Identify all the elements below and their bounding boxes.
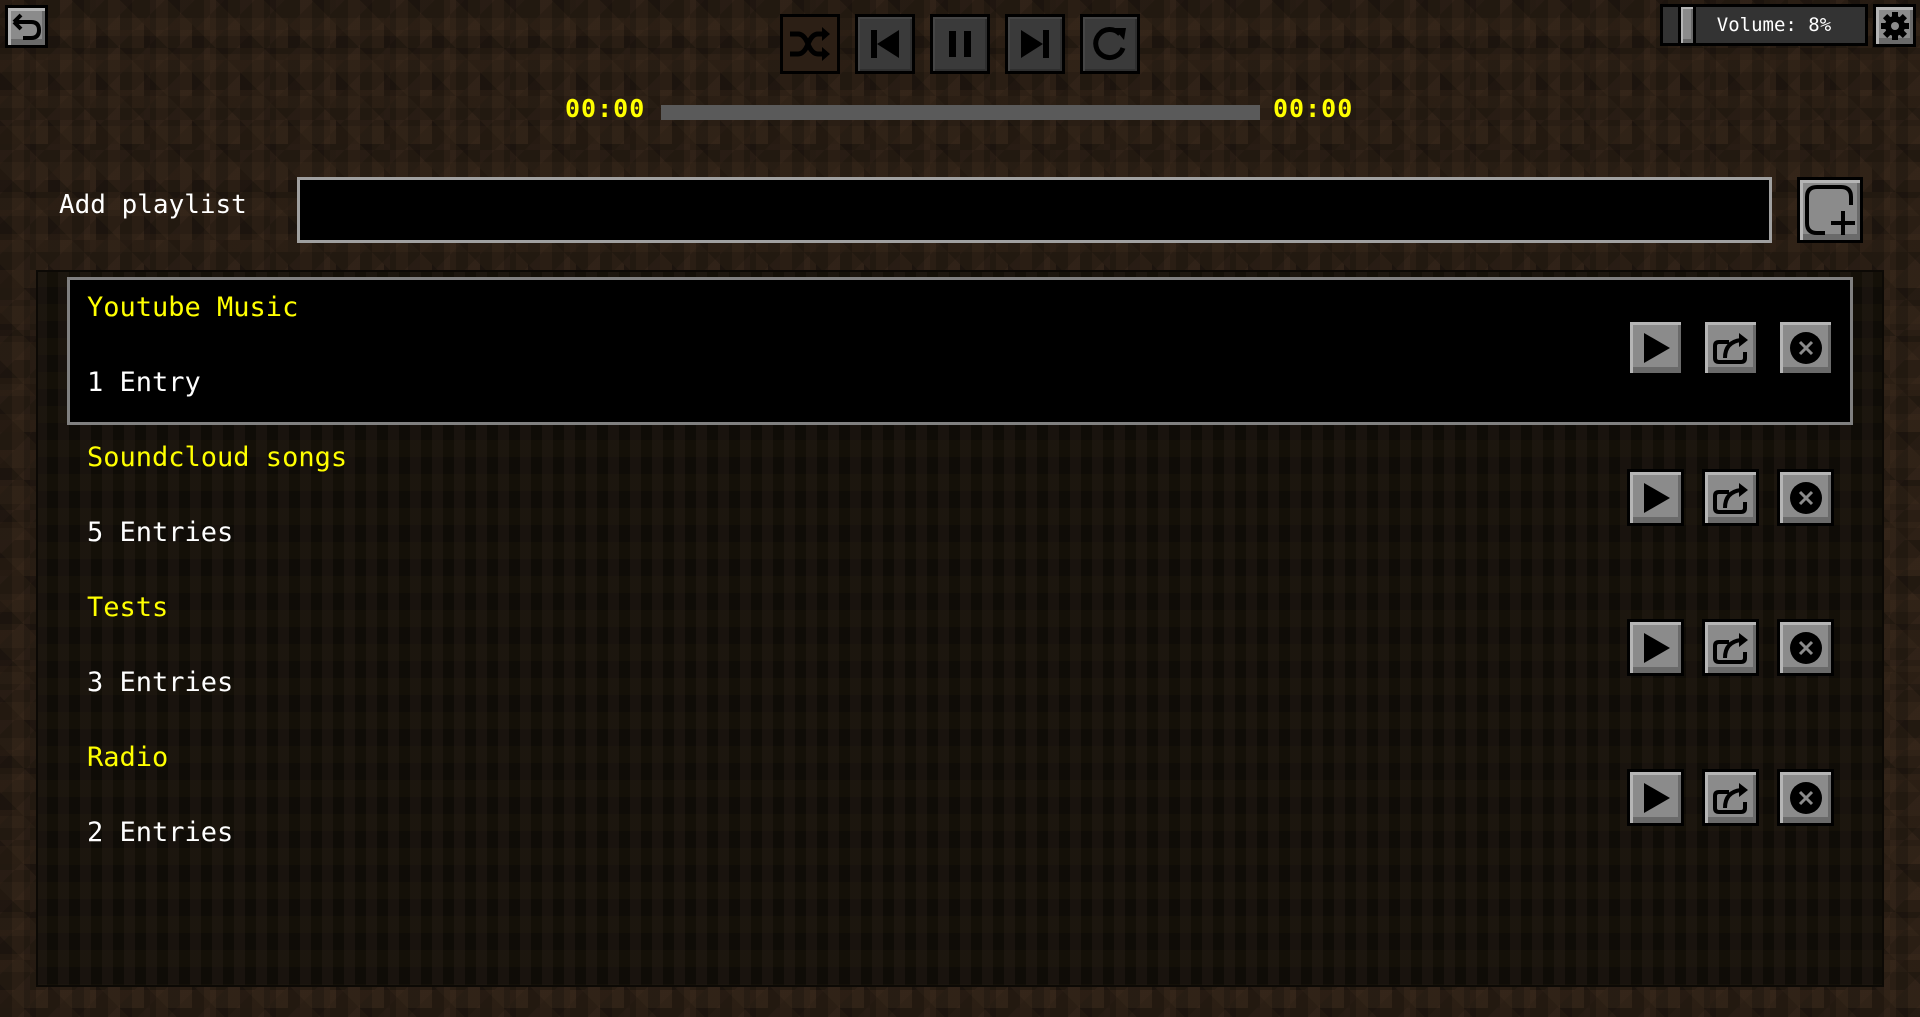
delete-icon bbox=[1789, 331, 1823, 365]
share-playlist-button[interactable] bbox=[1702, 319, 1759, 376]
play-playlist-button[interactable] bbox=[1627, 769, 1684, 826]
share-icon bbox=[1711, 780, 1751, 816]
playlist-name: Radio bbox=[87, 742, 169, 773]
delete-icon bbox=[1789, 631, 1823, 665]
share-playlist-button[interactable] bbox=[1702, 769, 1759, 826]
delete-playlist-button[interactable] bbox=[1777, 769, 1834, 826]
delete-icon bbox=[1789, 781, 1823, 815]
share-playlist-button[interactable] bbox=[1702, 469, 1759, 526]
delete-playlist-button[interactable] bbox=[1777, 319, 1834, 376]
back-button[interactable] bbox=[5, 5, 48, 48]
play-icon bbox=[1640, 631, 1672, 665]
total-time: 00:00 bbox=[1273, 94, 1354, 123]
playlist-row[interactable]: Radio 2 Entries bbox=[67, 727, 1853, 875]
skip-next-icon bbox=[1017, 26, 1053, 62]
play-icon bbox=[1640, 331, 1672, 365]
playlist-name: Soundcloud songs bbox=[87, 442, 348, 473]
elapsed-time: 00:00 bbox=[565, 94, 646, 123]
volume-label: Volume: 8% bbox=[1716, 14, 1832, 36]
playlist-row[interactable]: Soundcloud songs 5 Entries bbox=[67, 427, 1853, 575]
pause-button[interactable] bbox=[930, 14, 990, 74]
repeat-button[interactable] bbox=[1080, 14, 1140, 74]
skip-previous-icon bbox=[867, 26, 903, 62]
repeat-icon bbox=[1090, 24, 1130, 64]
volume-slider[interactable]: Volume: 8% bbox=[1660, 4, 1868, 46]
share-icon bbox=[1711, 330, 1751, 366]
shuffle-button[interactable] bbox=[780, 14, 840, 74]
playlist-entry-count: 3 Entries bbox=[87, 667, 234, 698]
playlist-list[interactable]: Youtube Music 1 Entry Soundcloud songs 5… bbox=[36, 270, 1884, 987]
share-icon bbox=[1711, 630, 1751, 666]
play-playlist-button[interactable] bbox=[1627, 619, 1684, 676]
back-arrow-icon bbox=[11, 13, 43, 41]
previous-track-button[interactable] bbox=[855, 14, 915, 74]
shuffle-icon bbox=[788, 26, 832, 62]
next-track-button[interactable] bbox=[1005, 14, 1065, 74]
delete-icon bbox=[1789, 481, 1823, 515]
play-icon bbox=[1640, 481, 1672, 515]
playlist-name: Tests bbox=[87, 592, 169, 623]
playlist-entry-count: 5 Entries bbox=[87, 517, 234, 548]
play-playlist-button[interactable] bbox=[1627, 319, 1684, 376]
play-icon bbox=[1640, 781, 1672, 815]
playlist-name: Youtube Music bbox=[87, 292, 299, 323]
playlist-row[interactable]: Youtube Music 1 Entry bbox=[67, 277, 1853, 425]
add-playlist-label: Add playlist bbox=[59, 190, 247, 220]
delete-playlist-button[interactable] bbox=[1777, 619, 1834, 676]
share-playlist-button[interactable] bbox=[1702, 619, 1759, 676]
settings-button[interactable] bbox=[1873, 4, 1916, 47]
progress-bar[interactable] bbox=[661, 105, 1260, 120]
playlist-row[interactable]: Tests 3 Entries bbox=[67, 577, 1853, 725]
playlist-url-input[interactable] bbox=[297, 177, 1772, 243]
delete-playlist-button[interactable] bbox=[1777, 469, 1834, 526]
playlist-entry-count: 1 Entry bbox=[87, 367, 201, 398]
share-icon bbox=[1711, 480, 1751, 516]
gear-icon bbox=[1880, 11, 1910, 41]
playlist-entry-count: 2 Entries bbox=[87, 817, 234, 848]
add-playlist-icon bbox=[1803, 183, 1857, 237]
play-playlist-button[interactable] bbox=[1627, 469, 1684, 526]
pause-icon bbox=[942, 26, 978, 62]
add-playlist-button[interactable] bbox=[1797, 177, 1863, 243]
